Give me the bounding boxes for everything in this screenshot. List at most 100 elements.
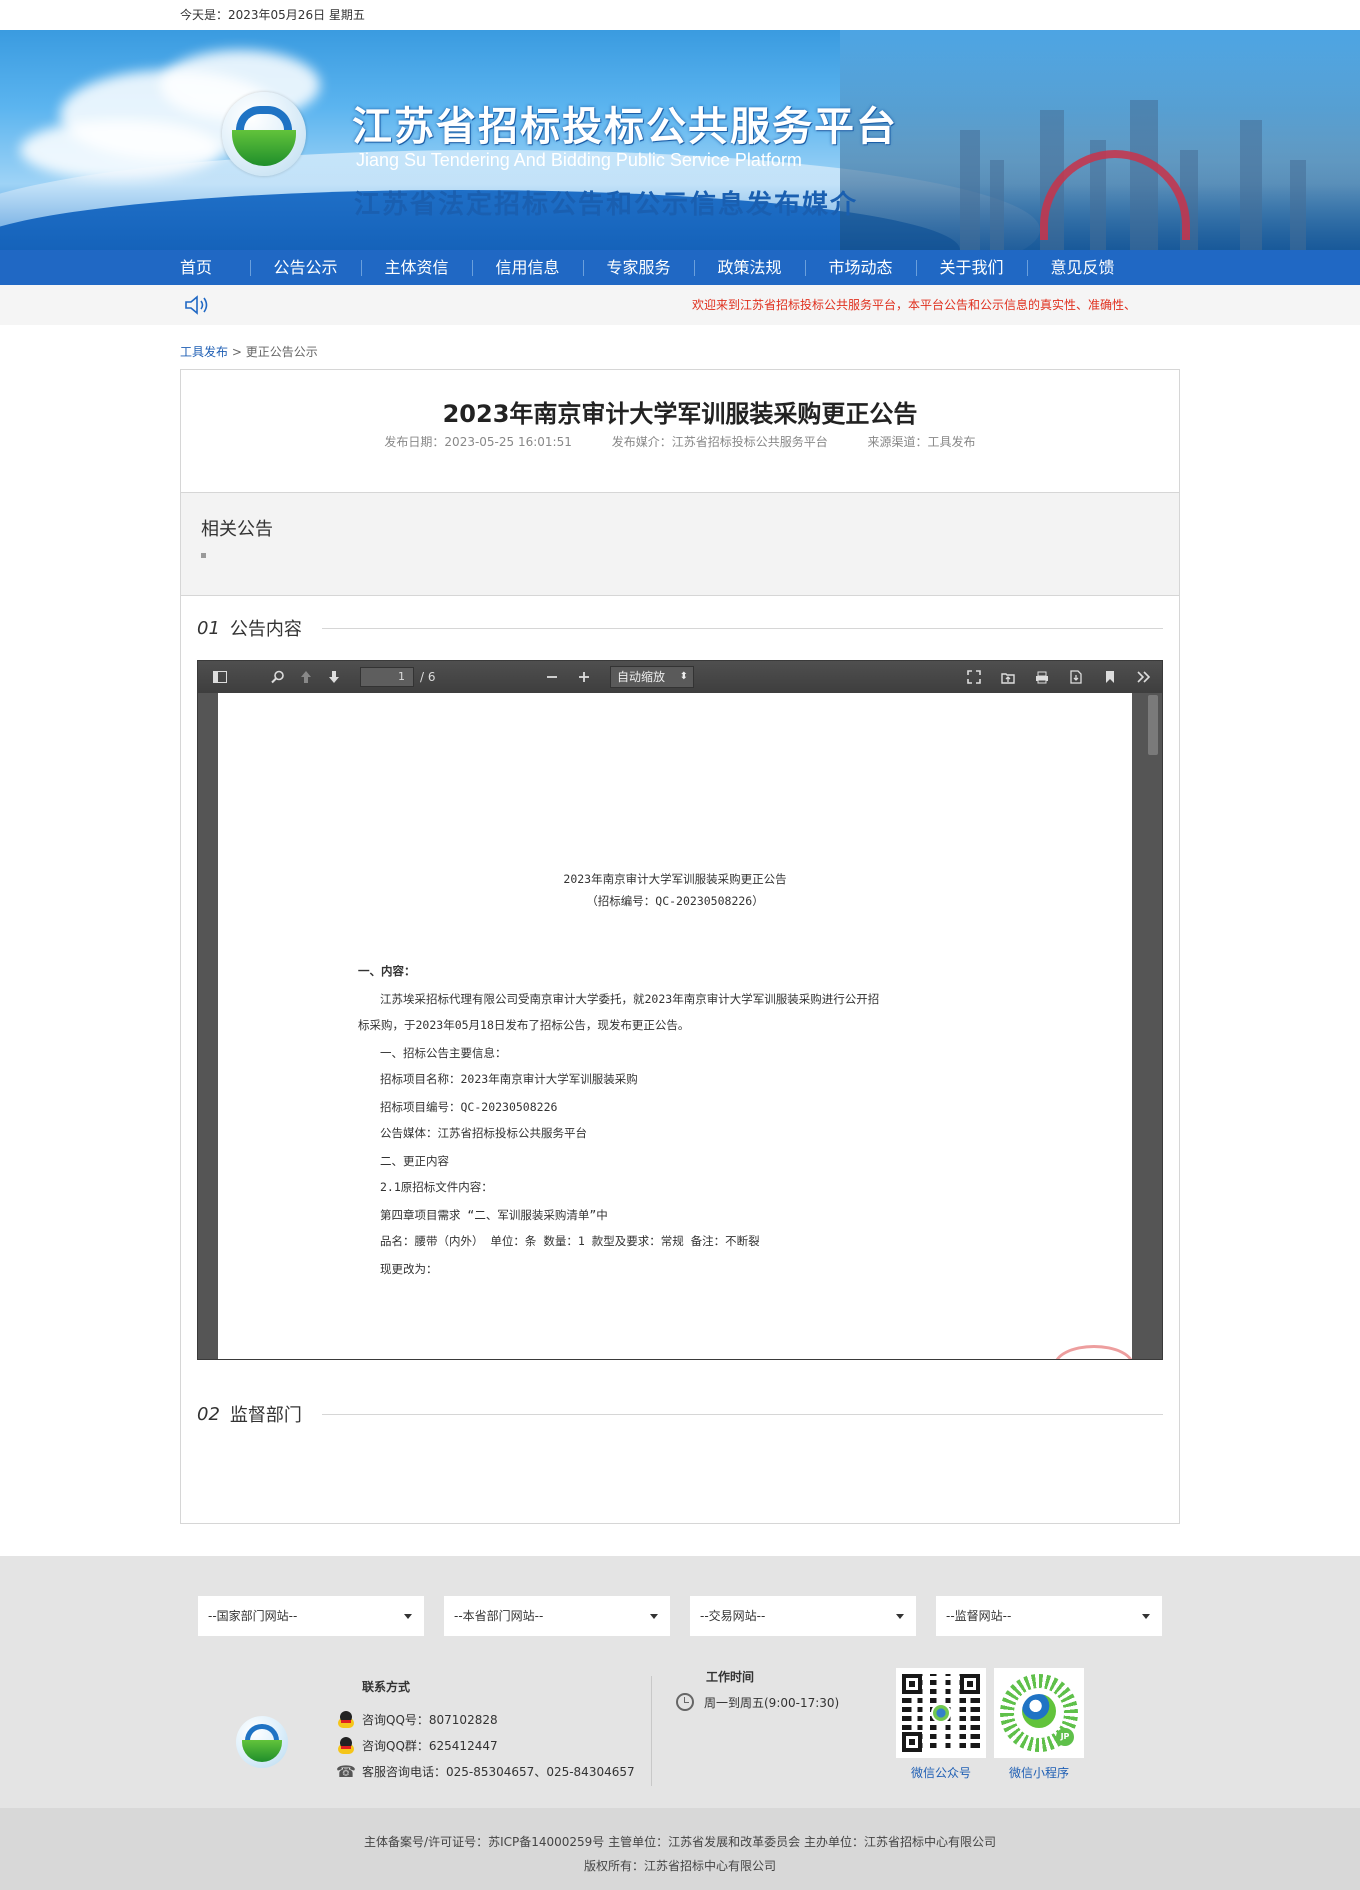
doc-line: 公告媒体：江苏省招标投标公共服务平台 [380, 1126, 587, 1140]
fullscreen-icon[interactable] [960, 665, 988, 689]
notice-marquee: 欢迎来到江苏省招标投标公共服务平台，本平台公告和公示信息的真实性、准确性、 [692, 298, 1137, 312]
page-count: / 6 [420, 670, 436, 684]
download-icon[interactable] [1062, 665, 1090, 689]
worktime-block: 工作时间 周一到周五(9:00-17:30) [676, 1668, 839, 1711]
trading-sites-select[interactable]: --交易网站-- [690, 1596, 916, 1636]
wechat-miniprogram-label[interactable]: 微信小程序 [994, 1764, 1084, 1781]
qr-code-image [902, 1674, 980, 1752]
nav-item-feedback[interactable]: 意见反馈 [1027, 250, 1138, 285]
next-page-icon[interactable] [320, 665, 348, 689]
nav-item-market-news[interactable]: 市场动态 [805, 250, 916, 285]
nav-item-announcements[interactable]: 公告公示 [250, 250, 361, 285]
nav-item-policies[interactable]: 政策法规 [694, 250, 805, 285]
doc-subtitle: （招标编号：QC-20230508226） [586, 894, 764, 908]
worktime-text: 周一到周五(9:00-17:30) [704, 1695, 840, 1710]
clock-icon [676, 1693, 694, 1711]
section-divider [321, 627, 1163, 629]
publish-date: 发布日期：2023-05-25 16:01:51 [384, 435, 572, 449]
copyright: 主体备案号/许可证号：苏ICP备14000259号 主管单位：江苏省发展和改革委… [0, 1808, 1360, 1890]
section-header-content: 01 公告内容 [181, 596, 1179, 660]
doc-line: 二、更正内容 [380, 1154, 449, 1168]
qq-number: 咨询QQ号：807102828 [362, 1713, 498, 1727]
doc-line: 品名：腰带（内外） 单位：条 数量：1 款型及要求：常规 备注：不断裂 [380, 1234, 760, 1248]
zoom-out-icon[interactable] [538, 665, 566, 689]
print-icon[interactable] [1028, 665, 1056, 689]
zoom-select[interactable]: 自动缩放 [610, 666, 694, 688]
bookmark-icon[interactable] [1096, 665, 1124, 689]
doc-line: 江苏埃采招标代理有限公司受南京审计大学委托，就2023年南京审计大学军训服装采购… [380, 992, 880, 1006]
worktime-heading: 工作时间 [706, 1670, 755, 1684]
doc-line: 招标项目编号：QC-20230508226 [380, 1100, 558, 1114]
contact-block: 联系方式 咨询QQ号：807102828 咨询QQ群：625412447 ☎ 客… [336, 1678, 635, 1785]
tools-menu-icon[interactable] [1130, 665, 1158, 689]
qq-row: 咨询QQ号：807102828 [336, 1707, 635, 1733]
breadcrumb: 工具发布 > 更正公告公示 [180, 325, 1180, 369]
doc-line: 标采购，于2023年05月18日发布了招标公告，现发布更正公告。 [358, 1018, 690, 1032]
footer-info: 联系方式 咨询QQ号：807102828 咨询QQ群：625412447 ☎ 客… [0, 1656, 1360, 1806]
nav-item-expert-service[interactable]: 专家服务 [583, 250, 694, 285]
speaker-icon [185, 295, 208, 315]
page-number-input[interactable]: 1 [360, 667, 414, 687]
platform-slogan: 江苏省法定招标公告和公示信息发布媒介 [354, 190, 859, 220]
nav-item-entity-credentials[interactable]: 主体资信 [361, 250, 472, 285]
nav-item-credit-info[interactable]: 信用信息 [472, 250, 583, 285]
section-number: 01 [197, 617, 220, 639]
breadcrumb-current: 更正公告公示 [245, 345, 318, 359]
scrollbar-thumb[interactable] [1148, 695, 1158, 755]
qq-icon [336, 1736, 356, 1756]
doc-line: 2.1原招标文件内容： [380, 1180, 493, 1194]
zoom-in-icon[interactable] [570, 665, 598, 689]
header-banner: 江苏省招标投标公共服务平台 Jiang Su Tendering And Bid… [0, 30, 1360, 250]
qq-group: 咨询QQ群：625412447 [362, 1739, 498, 1753]
mini-program-code-image: JP [1000, 1674, 1078, 1752]
doc-line: 第四章项目需求 “二、军训服装采购清单”中 [380, 1208, 608, 1222]
wechat-miniprogram-qr: JP [994, 1668, 1084, 1758]
section-header-supervision: 02 监督部门 [181, 1382, 1179, 1446]
platform-logo[interactable] [222, 92, 306, 176]
bullet-dot [201, 553, 206, 558]
sidebar-toggle-icon[interactable] [206, 665, 234, 689]
pdf-scrollbar[interactable] [1142, 693, 1162, 1359]
doc-line: 一、招标公告主要信息： [380, 1046, 507, 1060]
doc-title: 2023年南京审计大学军训服装采购更正公告 [563, 872, 787, 886]
copyright-line-1: 主体备案号/许可证号：苏ICP备14000259号 主管单位：江苏省发展和改革委… [364, 1835, 996, 1849]
publish-media: 发布媒介：江苏省招标投标公共服务平台 [611, 435, 828, 449]
section-label: 监督部门 [229, 1405, 302, 1426]
related-announcements: 相关公告 [181, 492, 1179, 596]
doc-line: 一、内容： [358, 964, 416, 978]
wechat-official-qr [896, 1668, 986, 1758]
contact-heading: 联系方式 [362, 1680, 411, 1694]
phone-number: 客服咨询电话：025-85304657、025-84304657 [362, 1765, 635, 1779]
breadcrumb-separator: > [231, 345, 242, 359]
platform-title-en: Jiang Su Tendering And Bidding Public Se… [356, 150, 802, 170]
footer-divider [651, 1676, 652, 1786]
doc-line: 现更改为： [380, 1262, 438, 1276]
article-meta: 发布日期：2023-05-25 16:01:51 发布媒介：江苏省招标投标公共服… [181, 430, 1179, 472]
doc-line: 招标项目名称：2023年南京审计大学军训服装采购 [380, 1072, 638, 1086]
pdf-viewer: 1 / 6 自动缩放 ⬍ 2023年南京审计大学军训服装采购更正公告 （招标编号… [197, 660, 1163, 1360]
phone-row: ☎ 客服咨询电话：025-85304657、025-84304657 [336, 1759, 635, 1785]
footer-link-selects: --国家部门网站-- --本省部门网站-- --交易网站-- --监督网站-- [198, 1556, 1162, 1636]
related-heading: 相关公告 [201, 519, 273, 540]
open-file-icon[interactable] [994, 665, 1022, 689]
provincial-sites-select[interactable]: --本省部门网站-- [444, 1596, 670, 1636]
section-divider [321, 1413, 1163, 1415]
nav-item-home[interactable]: 首页 [180, 250, 250, 285]
article-panel: 2023年南京审计大学军训服装采购更正公告 发布日期：2023-05-25 16… [180, 369, 1180, 1524]
section-number: 02 [197, 1403, 220, 1425]
notice-bar: 欢迎来到江苏省招标投标公共服务平台，本平台公告和公示信息的真实性、准确性、 [0, 285, 1360, 325]
previous-page-icon[interactable] [292, 665, 320, 689]
pdf-toolbar: 1 / 6 自动缩放 [198, 661, 1162, 693]
breadcrumb-link-tool-release[interactable]: 工具发布 [180, 345, 228, 359]
footer-logo [236, 1716, 288, 1768]
seal-stamp [1054, 1345, 1134, 1359]
zoom-controls: 自动缩放 [538, 665, 694, 689]
copyright-line-2: 版权所有：江苏省招标中心有限公司 [583, 1859, 776, 1873]
search-icon[interactable] [264, 665, 292, 689]
pdf-toolbar-right [960, 665, 1158, 689]
platform-title: 江苏省招标投标公共服务平台 [352, 104, 898, 150]
supervision-sites-select[interactable]: --监督网站-- [936, 1596, 1162, 1636]
national-sites-select[interactable]: --国家部门网站-- [198, 1596, 424, 1636]
wechat-official-label[interactable]: 微信公众号 [896, 1764, 986, 1781]
nav-item-about-us[interactable]: 关于我们 [916, 250, 1027, 285]
